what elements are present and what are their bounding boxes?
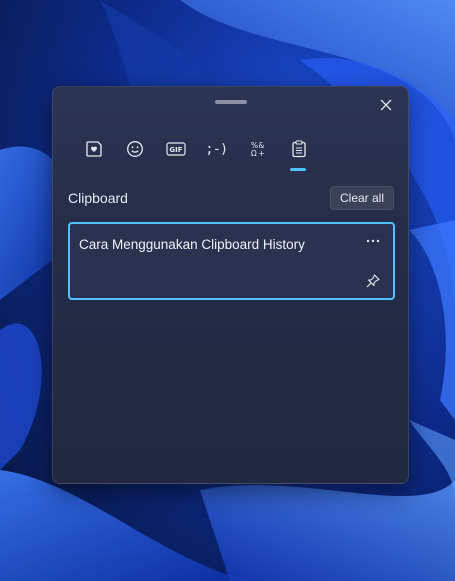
tab-gif[interactable]: GIF: [155, 133, 196, 165]
gif-icon: GIF: [165, 142, 186, 156]
svg-text:+: +: [258, 149, 264, 158]
close-button[interactable]: [374, 93, 398, 117]
drag-handle[interactable]: [215, 100, 247, 104]
tab-symbols[interactable]: % & Ω +: [237, 133, 278, 165]
tab-kaomoji[interactable]: ;-): [196, 133, 237, 165]
section-title: Clipboard: [68, 190, 128, 206]
category-tabs: GIF ;-) % & Ω +: [73, 133, 319, 171]
more-options-button[interactable]: [363, 232, 383, 250]
emoji-icon: [126, 141, 143, 157]
clipboard-item-text: Cara Menggunakan Clipboard History: [79, 237, 305, 252]
clipboard-history-panel: GIF ;-) % & Ω + Clipboard Clear all Cara…: [52, 86, 409, 484]
more-icon: [366, 239, 380, 243]
heart-sticker-icon: [85, 141, 102, 157]
tab-emoji[interactable]: [114, 133, 155, 165]
svg-text:Ω: Ω: [251, 149, 257, 158]
pin-button[interactable]: [363, 272, 383, 290]
pin-icon: [366, 274, 380, 288]
symbols-icon: % & Ω +: [251, 141, 265, 158]
close-icon: [380, 99, 392, 111]
tab-clipboard[interactable]: [278, 133, 319, 171]
clipboard-item[interactable]: Cara Menggunakan Clipboard History: [68, 222, 395, 300]
clear-all-button[interactable]: Clear all: [329, 186, 394, 210]
kaomoji-icon: ;-): [205, 141, 228, 157]
tab-kaomoji-sticker[interactable]: [73, 133, 114, 165]
clipboard-icon: [291, 140, 306, 158]
svg-text:GIF: GIF: [169, 146, 182, 154]
